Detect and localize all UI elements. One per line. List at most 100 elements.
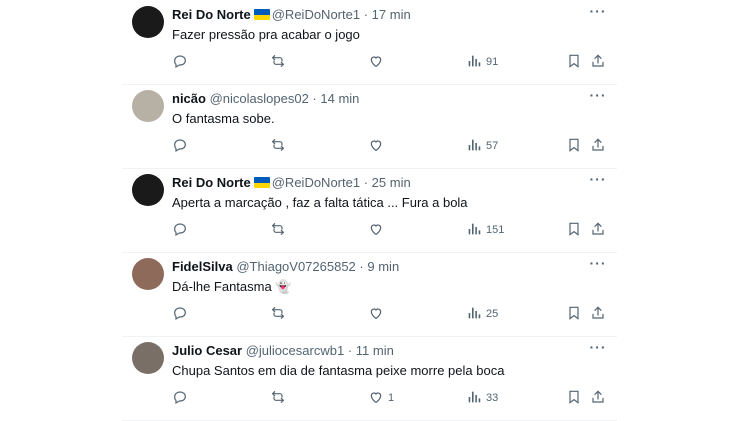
tweet[interactable]: FidelSilva @ThiagoV07265852 · 9 min ··· … <box>122 252 617 337</box>
retweet-icon <box>270 305 286 324</box>
reply-button[interactable] <box>172 136 188 156</box>
display-name[interactable]: nicão <box>172 91 206 106</box>
views-button[interactable]: 25 <box>466 304 498 324</box>
more-icon[interactable]: ··· <box>589 256 607 273</box>
tweet[interactable]: nicão @nicolaslopes02 · 14 min ··· O fan… <box>122 84 617 169</box>
view-count: 57 <box>486 140 499 152</box>
tweet[interactable]: Rei Do Norte @ReiDoNorte1 · 25 min ··· Ap… <box>122 168 617 253</box>
timestamp[interactable]: 9 min <box>367 259 399 274</box>
view-count: 151 <box>486 224 505 236</box>
timestamp[interactable]: 11 min <box>356 343 394 358</box>
avatar[interactable] <box>132 342 164 374</box>
bar-chart-icon <box>466 137 482 156</box>
tweet-text: Aperta a marcação , faz a falta tática .… <box>172 195 468 210</box>
more-icon[interactable]: ··· <box>589 340 607 357</box>
view-count: 91 <box>486 56 499 68</box>
action-bar: 151 <box>172 220 612 240</box>
tweet[interactable]: Rei Do Norte @ReiDoNorte1 · 17 min ··· Fa… <box>122 0 617 85</box>
reply-button[interactable] <box>172 220 188 240</box>
reply-icon <box>172 53 188 72</box>
avatar[interactable] <box>132 6 164 38</box>
tweet-text: O fantasma sobe. <box>172 111 275 126</box>
tweet-header: Rei Do Norte @ReiDoNorte1 · 25 min <box>172 175 411 191</box>
share-icon <box>590 137 606 156</box>
retweet-icon <box>270 53 286 72</box>
handle[interactable]: @juliocesarcwb1 <box>246 343 344 358</box>
display-name[interactable]: Rei Do Norte <box>172 175 251 190</box>
like-button[interactable] <box>368 220 388 240</box>
view-count: 33 <box>486 392 499 404</box>
bookmark-button[interactable] <box>566 52 582 72</box>
tweet-header: Julio Cesar @juliocesarcwb1 · 11 min <box>172 343 394 359</box>
views-button[interactable]: 91 <box>466 52 498 72</box>
more-icon[interactable]: ··· <box>589 88 607 105</box>
share-icon <box>590 389 606 408</box>
bookmark-button[interactable] <box>566 388 582 408</box>
display-name[interactable]: FidelSilva <box>172 259 233 274</box>
handle[interactable]: @ReiDoNorte1 <box>272 175 360 190</box>
tweet-header: FidelSilva @ThiagoV07265852 · 9 min <box>172 259 399 275</box>
views-button[interactable]: 57 <box>466 136 498 156</box>
heart-icon <box>368 221 384 240</box>
like-count: 1 <box>388 392 395 404</box>
bar-chart-icon <box>466 305 482 324</box>
tweet[interactable]: Julio Cesar @juliocesarcwb1 · 11 min ···… <box>122 336 617 421</box>
views-button[interactable]: 151 <box>466 220 504 240</box>
view-count: 25 <box>486 308 499 320</box>
share-button[interactable] <box>590 304 606 324</box>
share-button[interactable] <box>590 388 606 408</box>
bookmark-button[interactable] <box>566 136 582 156</box>
reply-button[interactable] <box>172 52 188 72</box>
handle[interactable]: @nicolaslopes02 <box>210 91 309 106</box>
timestamp[interactable]: 14 min <box>320 91 359 106</box>
action-bar: 57 <box>172 136 612 156</box>
handle[interactable]: @ThiagoV07265852 <box>236 259 355 274</box>
more-icon[interactable]: ··· <box>589 4 607 21</box>
heart-icon <box>368 389 384 408</box>
bookmark-icon <box>566 389 582 408</box>
bookmark-button[interactable] <box>566 304 582 324</box>
display-name[interactable]: Julio Cesar <box>172 343 242 358</box>
action-bar: 91 <box>172 52 612 72</box>
action-bar: 1 33 <box>172 388 612 408</box>
tweet-text: Fazer pressão pra acabar o jogo <box>172 27 360 42</box>
like-button[interactable]: 1 <box>368 388 394 408</box>
action-bar: 25 <box>172 304 612 324</box>
tweet-header: Rei Do Norte @ReiDoNorte1 · 17 min <box>172 7 411 23</box>
avatar[interactable] <box>132 90 164 122</box>
retweet-button[interactable] <box>270 136 286 156</box>
reply-button[interactable] <box>172 388 188 408</box>
tweet-text: Chupa Santos em dia de fantasma peixe mo… <box>172 363 505 378</box>
handle[interactable]: @ReiDoNorte1 <box>272 7 360 22</box>
more-icon[interactable]: ··· <box>589 172 607 189</box>
share-icon <box>590 221 606 240</box>
tweet-header: nicão @nicolaslopes02 · 14 min <box>172 91 359 107</box>
retweet-button[interactable] <box>270 52 286 72</box>
retweet-icon <box>270 221 286 240</box>
ukraine-flag-icon <box>253 177 270 188</box>
timestamp[interactable]: 25 min <box>372 175 411 190</box>
like-button[interactable] <box>368 304 388 324</box>
bookmark-button[interactable] <box>566 220 582 240</box>
share-icon <box>590 305 606 324</box>
reply-button[interactable] <box>172 304 188 324</box>
share-button[interactable] <box>590 52 606 72</box>
tweet-text: Dá-lhe Fantasma 👻 <box>172 279 292 294</box>
retweet-button[interactable] <box>270 304 286 324</box>
like-button[interactable] <box>368 52 388 72</box>
bookmark-icon <box>566 221 582 240</box>
avatar[interactable] <box>132 258 164 290</box>
share-button[interactable] <box>590 220 606 240</box>
views-button[interactable]: 33 <box>466 388 498 408</box>
like-button[interactable] <box>368 136 388 156</box>
share-button[interactable] <box>590 136 606 156</box>
timestamp[interactable]: 17 min <box>372 7 411 22</box>
retweet-button[interactable] <box>270 220 286 240</box>
bookmark-icon <box>566 305 582 324</box>
retweet-button[interactable] <box>270 388 286 408</box>
bookmark-icon <box>566 137 582 156</box>
avatar[interactable] <box>132 174 164 206</box>
reply-icon <box>172 221 188 240</box>
display-name[interactable]: Rei Do Norte <box>172 7 251 22</box>
heart-icon <box>368 137 384 156</box>
